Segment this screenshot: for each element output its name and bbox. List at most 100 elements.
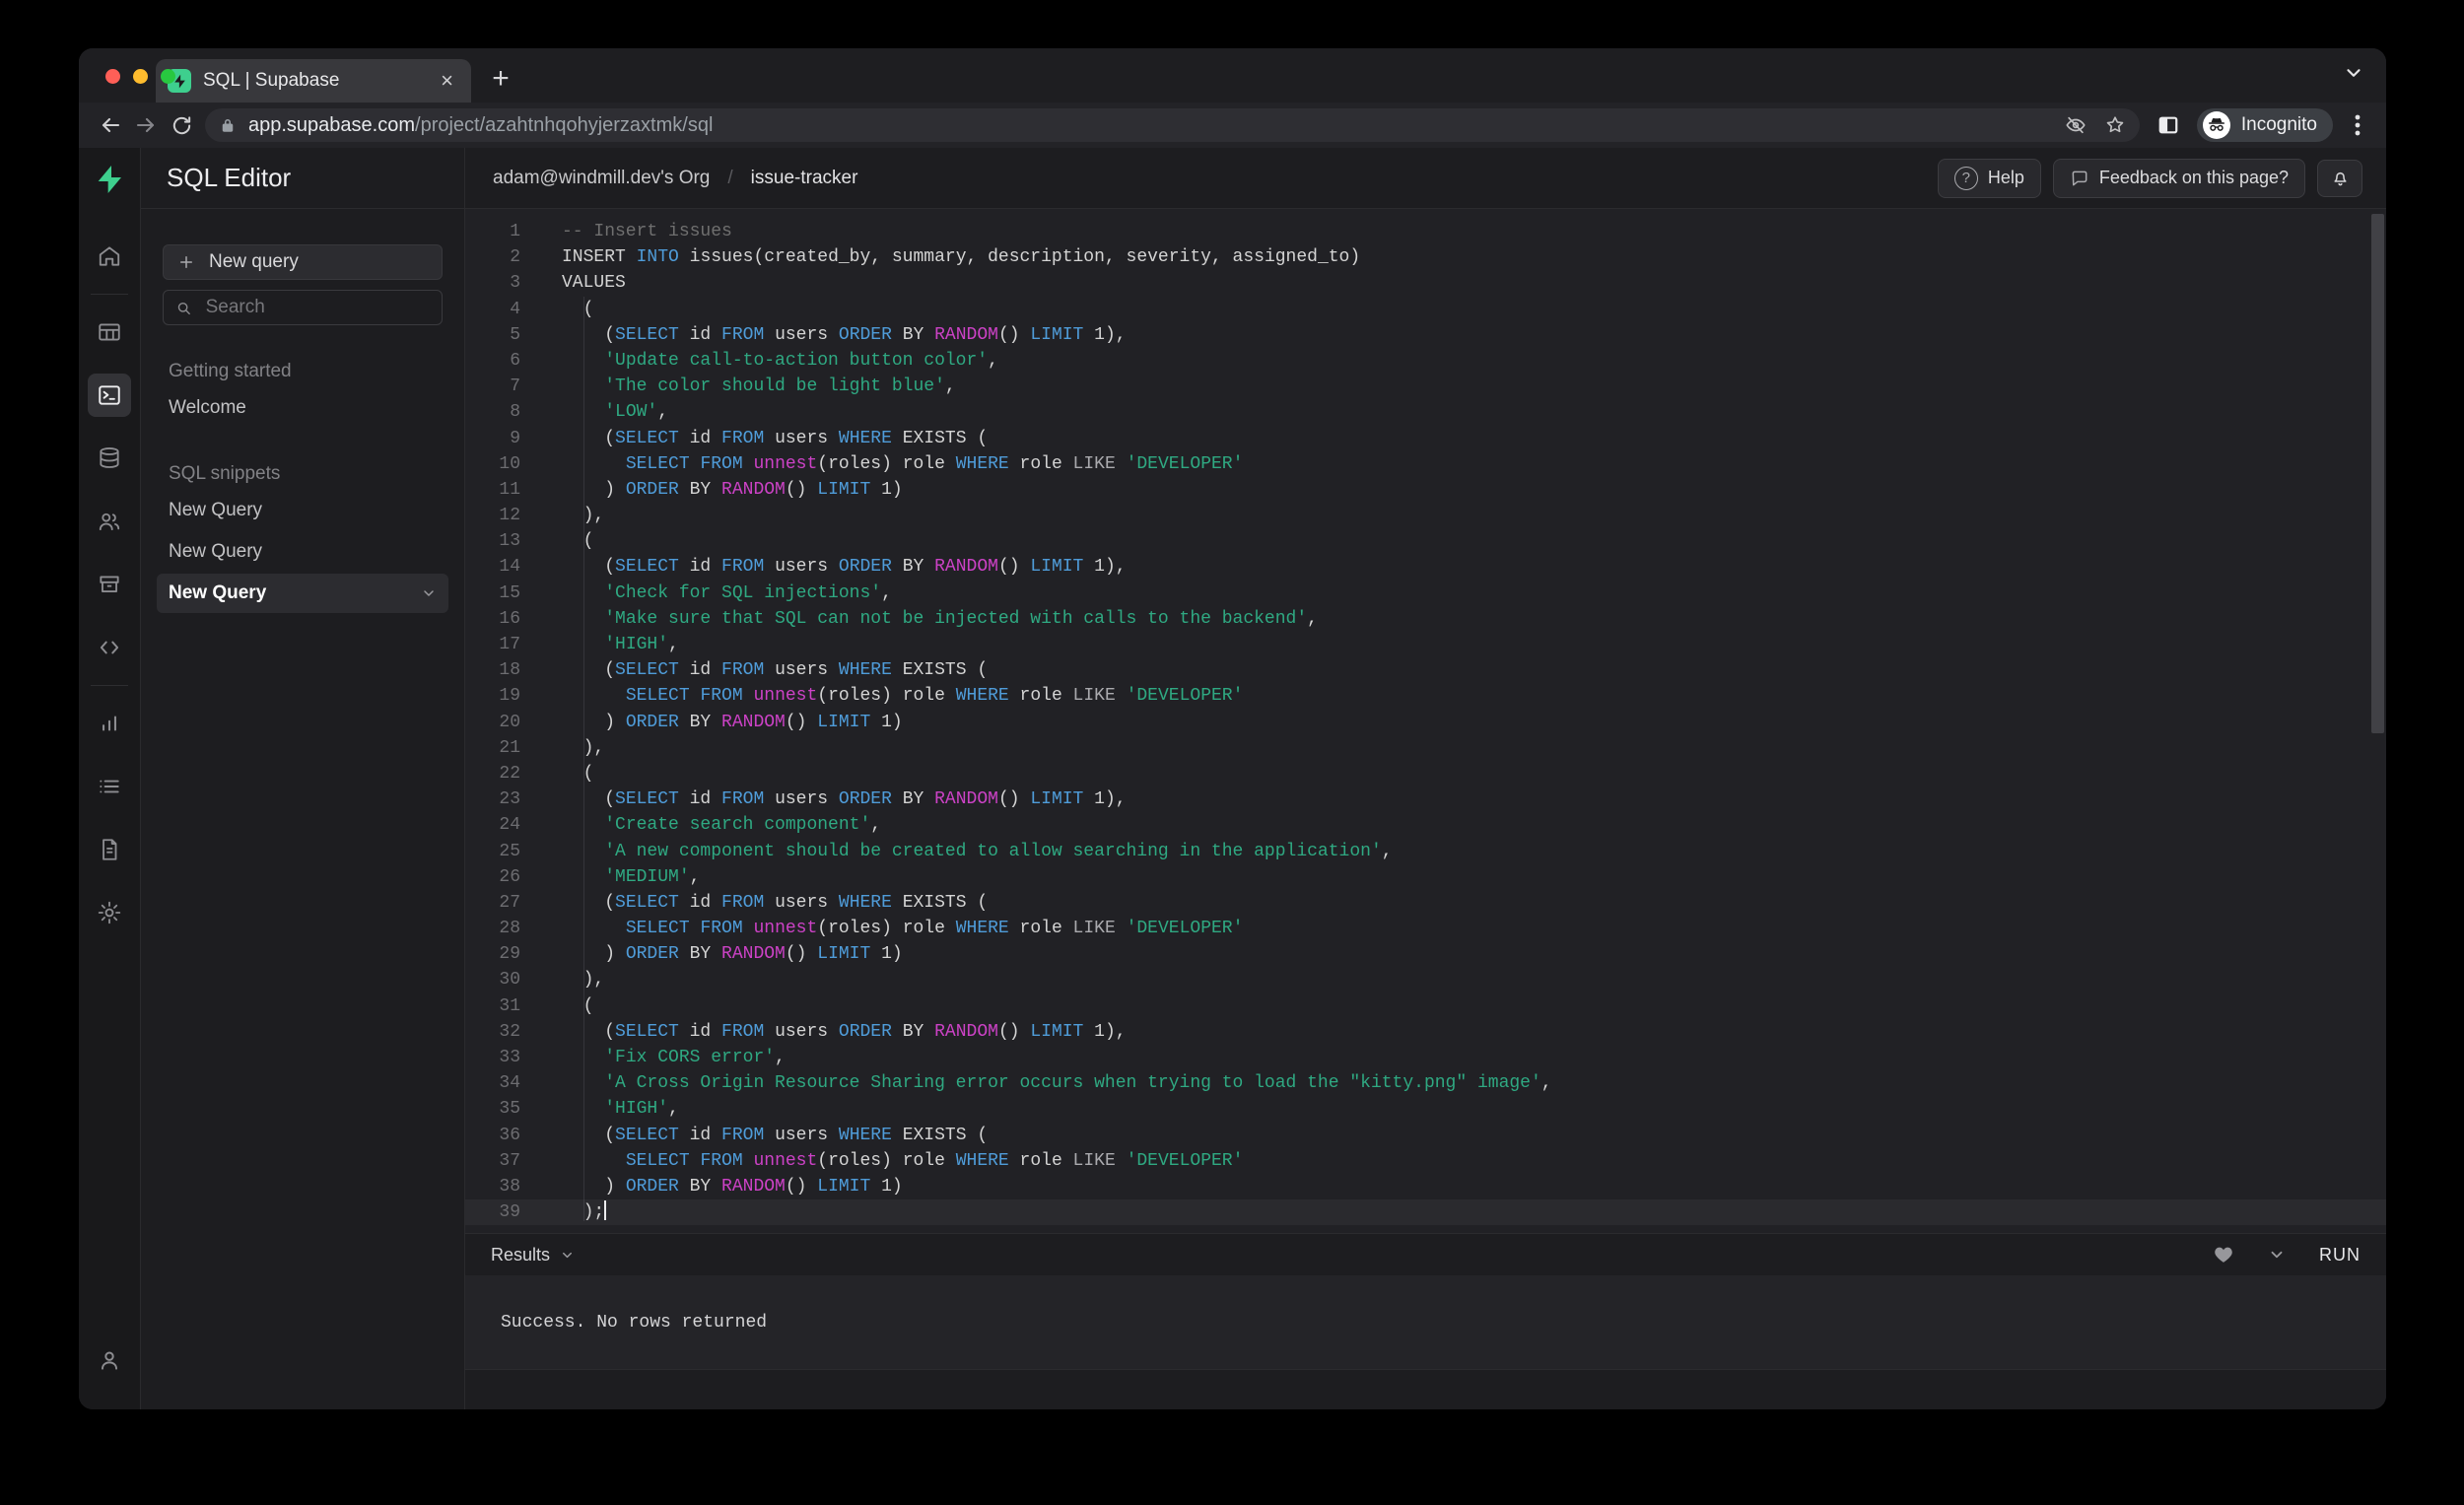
code-line[interactable]: 17 'HIGH', bbox=[465, 632, 2386, 657]
sidebar-item[interactable]: Welcome bbox=[157, 388, 448, 428]
sidebar-item[interactable]: New Query bbox=[157, 491, 448, 530]
line-number: 1 bbox=[510, 222, 520, 241]
nav-rail bbox=[79, 148, 141, 1409]
code-line[interactable]: 7 'The color should be light blue', bbox=[465, 374, 2386, 399]
code-line[interactable]: 30 ), bbox=[465, 967, 2386, 992]
window-controls bbox=[105, 69, 175, 84]
code-line[interactable]: 20 ) ORDER BY RANDOM() LIMIT 1) bbox=[465, 710, 2386, 735]
settings-icon[interactable] bbox=[88, 891, 131, 934]
line-number: 19 bbox=[499, 686, 520, 707]
sql-code-editor[interactable]: 1 -- Insert issues 2 INSERT INTO issues(cre… bbox=[465, 209, 2386, 1233]
reports-icon[interactable] bbox=[88, 702, 131, 745]
code-line[interactable]: 13 ( bbox=[465, 528, 2386, 554]
code-line[interactable]: 10 SELECT FROM unnest(roles) role WHERE … bbox=[465, 451, 2386, 477]
chevron-down-icon bbox=[563, 1252, 573, 1258]
line-number: 8 bbox=[510, 402, 520, 423]
code-line[interactable]: 8 'LOW', bbox=[465, 399, 2386, 425]
code-line[interactable]: 33 'Fix CORS error', bbox=[465, 1045, 2386, 1070]
code-line[interactable]: 39 ); bbox=[465, 1199, 2386, 1226]
sidebar-item[interactable]: New Query bbox=[157, 574, 448, 613]
code-line[interactable]: 16 'Make sure that SQL can not be inject… bbox=[465, 606, 2386, 632]
code-line[interactable]: 15 'Check for SQL injections', bbox=[465, 581, 2386, 606]
code-line[interactable]: 27 (SELECT id FROM users WHERE EXISTS ( bbox=[465, 890, 2386, 916]
tab-close-icon[interactable]: × bbox=[435, 68, 459, 94]
code-line[interactable]: 5 (SELECT id FROM users ORDER BY RANDOM(… bbox=[465, 322, 2386, 348]
sidebar-header: SQL Editor bbox=[141, 148, 464, 209]
code-line[interactable]: 23 (SELECT id FROM users ORDER BY RANDOM… bbox=[465, 787, 2386, 812]
code-line[interactable]: 11 ) ORDER BY RANDOM() LIMIT 1) bbox=[465, 477, 2386, 503]
search-box[interactable] bbox=[163, 290, 443, 325]
code-line[interactable]: 6 'Update call-to-action button color', bbox=[465, 348, 2386, 374]
code-line[interactable]: 34 'A Cross Origin Resource Sharing erro… bbox=[465, 1070, 2386, 1096]
help-button[interactable]: ? Help bbox=[1937, 158, 2041, 198]
logs-icon[interactable] bbox=[88, 765, 131, 808]
code-line[interactable]: 19 SELECT FROM unnest(roles) role WHERE … bbox=[465, 683, 2386, 709]
code-line[interactable]: 22 ( bbox=[465, 761, 2386, 787]
code-line[interactable]: 28 SELECT FROM unnest(roles) role WHERE … bbox=[465, 916, 2386, 941]
code-line[interactable]: 21 ), bbox=[465, 735, 2386, 761]
code-line[interactable]: 38 ) ORDER BY RANDOM() LIMIT 1) bbox=[465, 1174, 2386, 1199]
line-number: 12 bbox=[499, 506, 520, 526]
url-bar[interactable]: app.supabase.com/project/azahtnhqohyjerz… bbox=[205, 108, 2140, 142]
kebab-menu-icon[interactable] bbox=[2343, 113, 2372, 137]
code-line[interactable]: 37 SELECT FROM unnest(roles) role WHERE … bbox=[465, 1148, 2386, 1174]
code-line[interactable]: 24 'Create search component', bbox=[465, 812, 2386, 838]
code-line[interactable]: 25 'A new component should be created to… bbox=[465, 839, 2386, 864]
heart-icon[interactable] bbox=[2213, 1244, 2234, 1266]
new-query-button[interactable]: New query bbox=[163, 244, 443, 280]
editor-scrollbar[interactable] bbox=[2371, 214, 2384, 733]
side-panel-icon[interactable] bbox=[2150, 107, 2187, 143]
code-line[interactable]: 9 (SELECT id FROM users WHERE EXISTS ( bbox=[465, 426, 2386, 451]
back-button[interactable] bbox=[93, 107, 128, 143]
star-icon[interactable] bbox=[2104, 114, 2126, 136]
results-dropdown[interactable]: Results bbox=[491, 1245, 575, 1266]
database-icon[interactable] bbox=[88, 437, 131, 480]
table-editor-icon[interactable] bbox=[88, 310, 131, 354]
reload-button[interactable] bbox=[164, 107, 199, 143]
search-input[interactable] bbox=[203, 296, 430, 319]
line-number: 31 bbox=[499, 995, 520, 1016]
sql-editor-icon[interactable] bbox=[88, 374, 131, 417]
traffic-close-button[interactable] bbox=[105, 69, 120, 84]
browser-tab[interactable]: SQL | Supabase × bbox=[156, 59, 471, 103]
breadcrumb-org[interactable]: adam@windmill.dev's Org bbox=[493, 168, 710, 189]
code-line[interactable]: 12 ), bbox=[465, 503, 2386, 528]
auth-icon[interactable] bbox=[88, 500, 131, 543]
traffic-zoom-button[interactable] bbox=[161, 69, 175, 84]
code-line[interactable]: 1 -- Insert issues bbox=[465, 219, 2386, 244]
code-line[interactable]: 32 (SELECT id FROM users ORDER BY RANDOM… bbox=[465, 1019, 2386, 1045]
tab-search-chevron-icon[interactable] bbox=[2343, 62, 2364, 84]
code-line[interactable]: 2 INSERT INTO issues(created_by, summary,… bbox=[465, 244, 2386, 270]
code-line[interactable]: 29 ) ORDER BY RANDOM() LIMIT 1) bbox=[465, 941, 2386, 967]
eye-slash-icon[interactable] bbox=[2065, 114, 2087, 136]
notifications-button[interactable] bbox=[2317, 159, 2362, 197]
run-button[interactable]: RUN bbox=[2319, 1245, 2361, 1266]
incognito-icon bbox=[2202, 111, 2230, 139]
line-number: 38 bbox=[499, 1176, 520, 1197]
docs-icon[interactable] bbox=[88, 828, 131, 871]
code-line[interactable]: 31 ( bbox=[465, 993, 2386, 1019]
new-tab-button[interactable]: + bbox=[481, 59, 520, 99]
code-line[interactable]: 14 (SELECT id FROM users ORDER BY RANDOM… bbox=[465, 554, 2386, 580]
code-line[interactable]: 26 'MEDIUM', bbox=[465, 864, 2386, 890]
code-line[interactable]: 18 (SELECT id FROM users WHERE EXISTS ( bbox=[465, 657, 2386, 683]
account-icon[interactable] bbox=[88, 1338, 131, 1382]
breadcrumb-project[interactable]: issue-tracker bbox=[751, 168, 858, 189]
page-title: SQL Editor bbox=[167, 163, 292, 192]
supabase-logo[interactable] bbox=[94, 164, 125, 195]
code-line[interactable]: 4 ( bbox=[465, 297, 2386, 322]
line-number: 20 bbox=[499, 712, 520, 732]
feedback-button[interactable]: Feedback on this page? bbox=[2052, 158, 2305, 198]
line-number: 33 bbox=[499, 1048, 520, 1067]
storage-icon[interactable] bbox=[88, 563, 131, 606]
run-options-chevron-icon[interactable] bbox=[2268, 1246, 2286, 1264]
sidebar-item[interactable]: New Query bbox=[157, 532, 448, 572]
code-line[interactable]: 36 (SELECT id FROM users WHERE EXISTS ( bbox=[465, 1123, 2386, 1148]
snippet-sections: Getting started Welcome SQL snippets New Qu… bbox=[157, 361, 448, 613]
code-line[interactable]: 35 'HIGH', bbox=[465, 1096, 2386, 1122]
api-icon[interactable] bbox=[88, 626, 131, 669]
code-line[interactable]: 3 VALUES bbox=[465, 270, 2386, 296]
traffic-minimize-button[interactable] bbox=[133, 69, 148, 84]
home-icon[interactable] bbox=[88, 235, 131, 278]
forward-button[interactable] bbox=[128, 107, 164, 143]
